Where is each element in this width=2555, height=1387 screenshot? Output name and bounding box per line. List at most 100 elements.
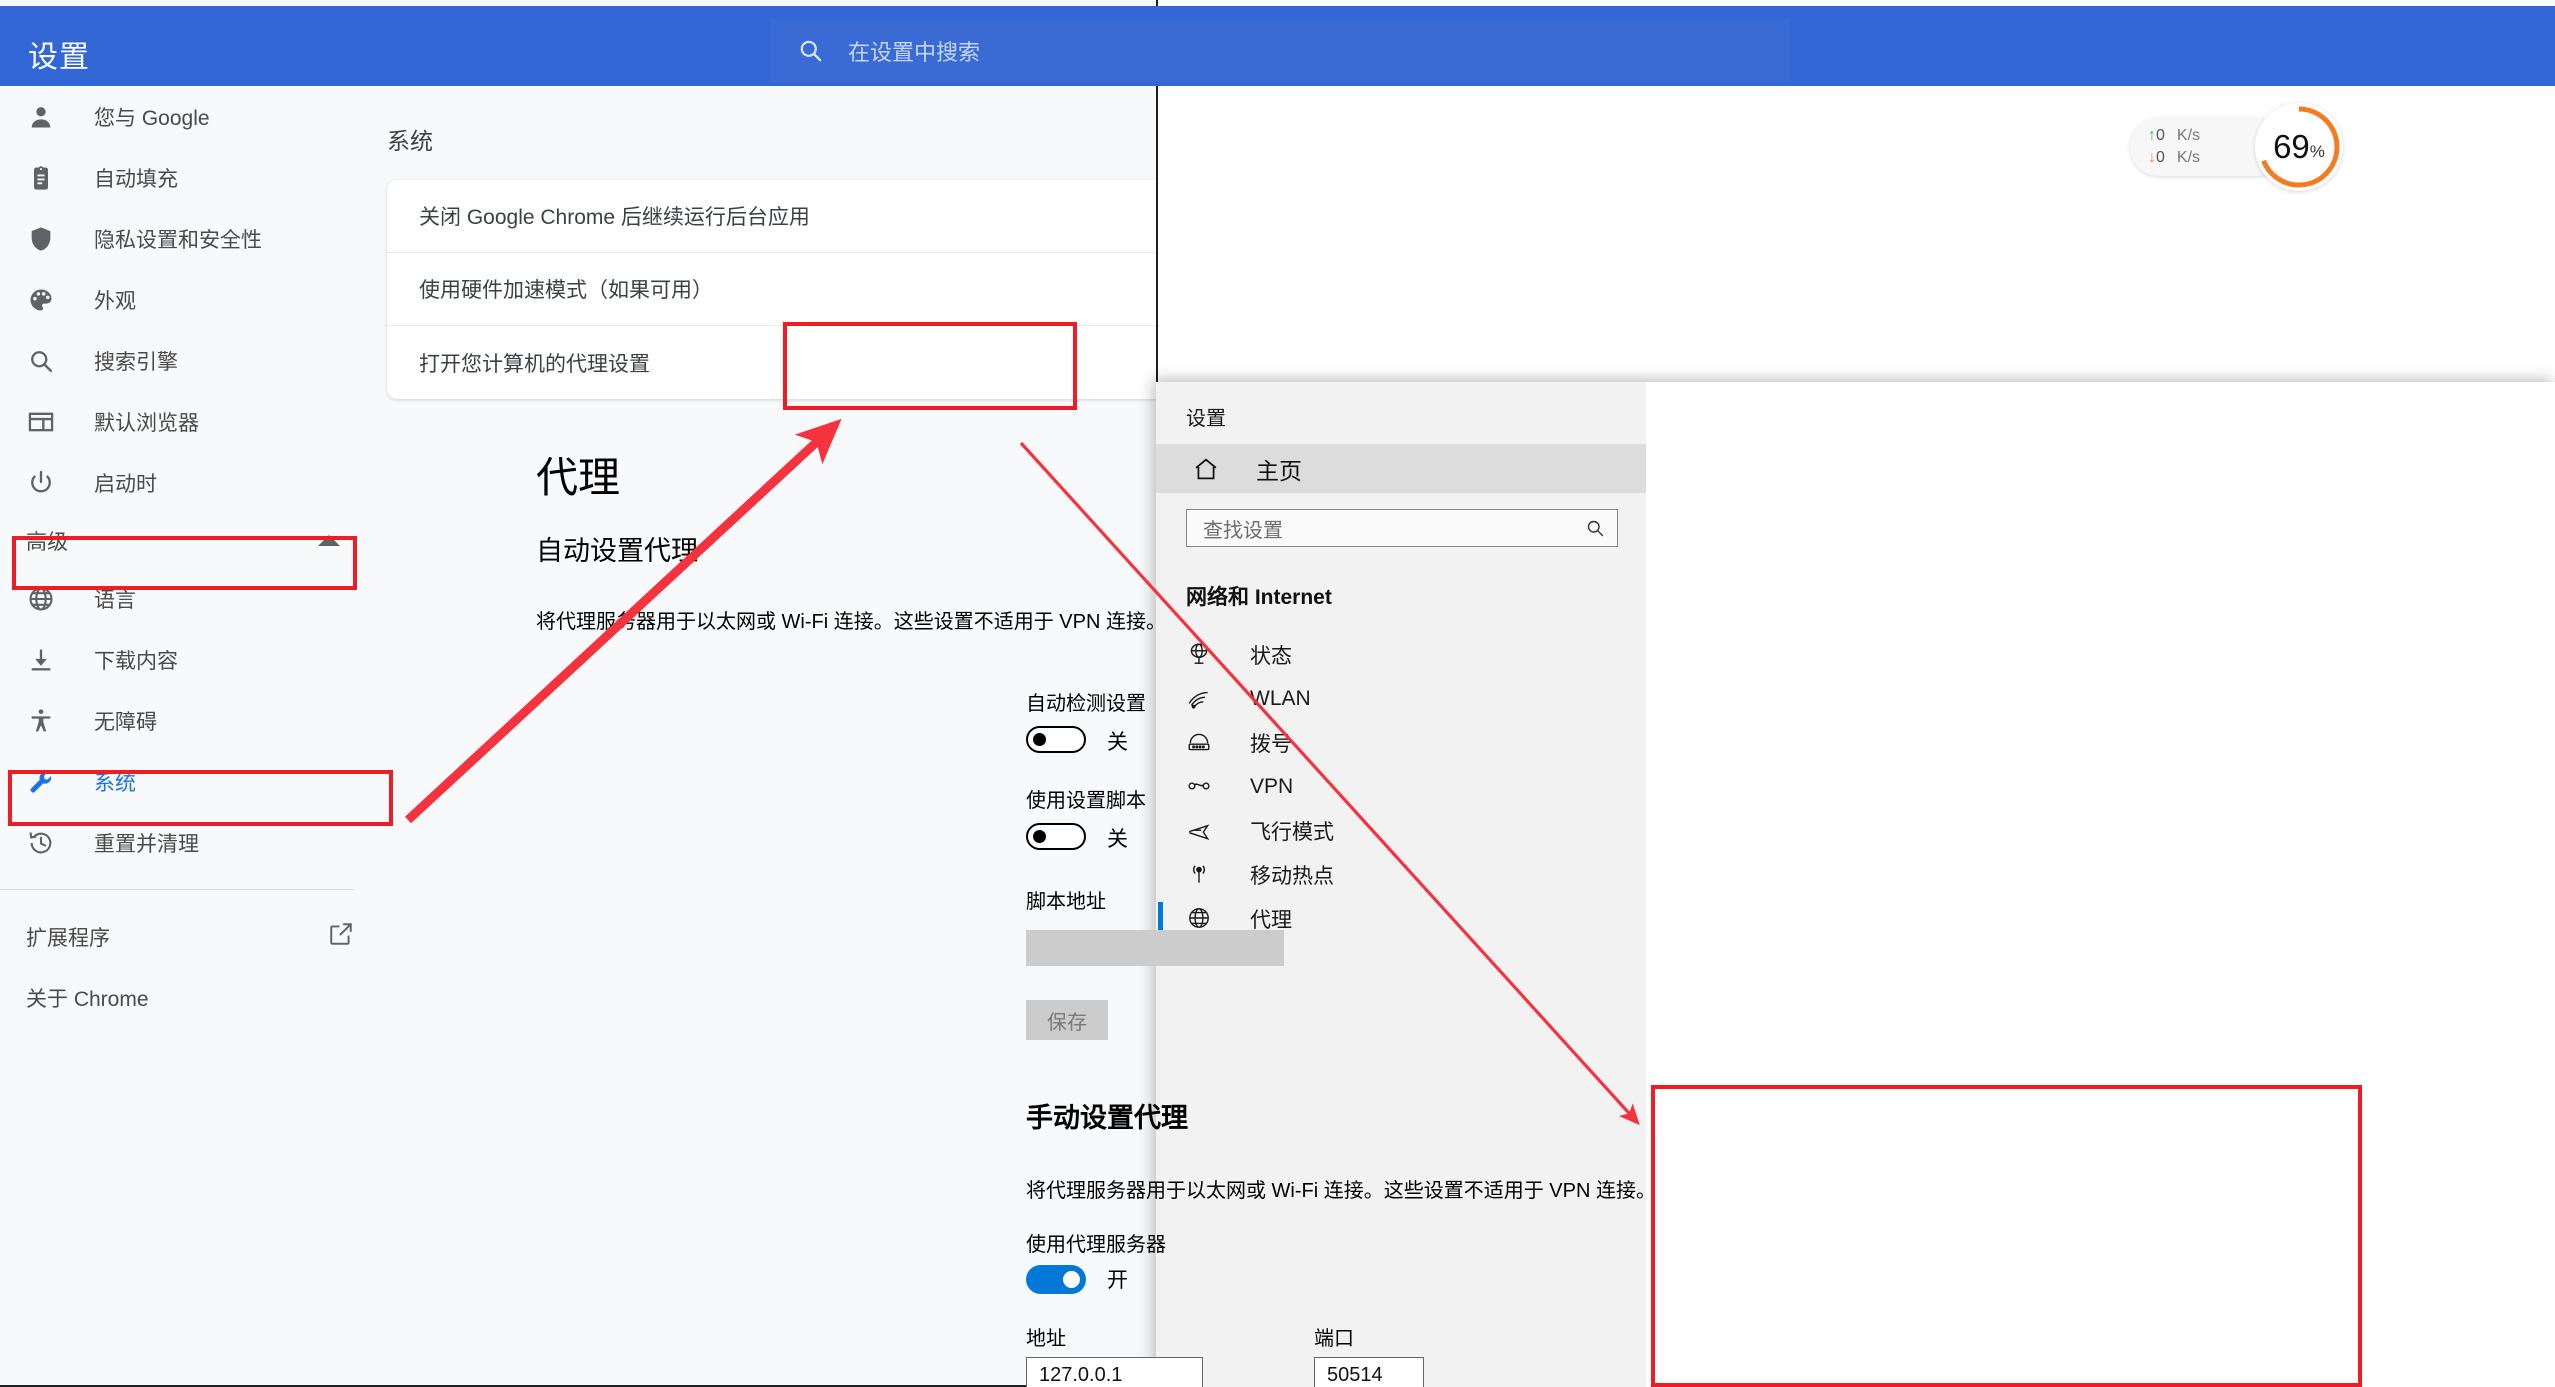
search-icon — [26, 346, 56, 376]
settings-search-placeholder: 在设置中搜索 — [848, 35, 980, 67]
sidebar-item-label: 默认浏览器 — [94, 407, 199, 437]
script-address-label: 脚本地址 — [1026, 885, 1106, 914]
globe-icon — [1186, 905, 1214, 933]
search-icon — [1585, 518, 1605, 538]
sidebar-item-label: 启动时 — [94, 468, 157, 498]
address-label: 地址 — [1026, 1322, 1066, 1351]
accessibility-icon — [26, 706, 56, 736]
use-proxy-state: 开 — [1107, 1264, 1128, 1294]
dialup-icon — [1186, 729, 1214, 757]
sidebar-item-label: 外观 — [94, 285, 136, 315]
sidebar-item-label: 重置并清理 — [94, 828, 199, 858]
chrome-toolbar: 设置 在设置中搜索 — [0, 6, 2555, 86]
browser-icon — [26, 407, 56, 437]
screenshot-root: 您与 Google 自动填充 隐私设置和安全性 外观 — [0, 0, 2555, 1387]
settings-search-box[interactable]: 在设置中搜索 — [770, 19, 1790, 82]
windows-nav-label: 移动热点 — [1250, 860, 1334, 890]
sidebar-item-label: 自动填充 — [94, 163, 178, 193]
external-link-icon — [328, 921, 354, 953]
page-title: 系统 — [387, 122, 433, 156]
sidebar-item-about-chrome[interactable]: 关于 Chrome — [0, 967, 380, 1028]
status-globe-icon — [1186, 641, 1214, 669]
windows-nav-vpn[interactable]: VPN — [1156, 765, 1646, 809]
auto-detect-state: 关 — [1107, 726, 1128, 756]
palette-icon — [26, 285, 56, 315]
windows-nav-mobile-hotspot[interactable]: 移动热点 — [1156, 853, 1646, 897]
sidebar-item-downloads[interactable]: 下载内容 — [0, 629, 380, 690]
sidebar-item-label: 语言 — [94, 584, 136, 614]
hotspot-icon — [1186, 861, 1214, 889]
chrome-settings-window: 您与 Google 自动填充 隐私设置和安全性 外观 — [0, 0, 1158, 1387]
person-icon — [26, 102, 56, 132]
sidebar-item-appearance[interactable]: 外观 — [0, 269, 380, 330]
sidebar-item-extensions[interactable]: 扩展程序 — [0, 906, 380, 967]
clipboard-icon — [26, 163, 56, 193]
download-icon — [26, 645, 56, 675]
use-proxy-toggle[interactable] — [1026, 1265, 1086, 1294]
wrench-icon — [26, 767, 56, 797]
setting-label: 打开您计算机的代理设置 — [419, 348, 650, 378]
sidebar-item-reset-cleanup[interactable]: 重置并清理 — [0, 812, 380, 873]
sidebar-divider — [0, 889, 354, 890]
chrome-sidebar: 您与 Google 自动填充 隐私设置和安全性 外观 — [0, 86, 380, 1387]
proxy-port-input[interactable] — [1314, 1357, 1424, 1387]
cpu-usage-unit: % — [2310, 142, 2325, 162]
setting-label: 使用硬件加速模式（如果可用） — [419, 274, 713, 304]
sidebar-item-languages[interactable]: 语言 — [0, 568, 380, 629]
sidebar-item-label: 隐私设置和安全性 — [94, 224, 262, 254]
manual-proxy-description: 将代理服务器用于以太网或 Wi-Fi 连接。这些设置不适用于 VPN 连接。 — [1026, 1174, 1656, 1203]
sidebar-item-you-and-google[interactable]: 您与 Google — [0, 86, 380, 147]
sidebar-item-system[interactable]: 系统 — [0, 751, 380, 812]
shield-icon — [26, 224, 56, 254]
sidebar-item-label: 扩展程序 — [26, 922, 110, 952]
sidebar-item-label: 您与 Google — [94, 102, 210, 132]
auto-detect-toggle[interactable] — [1026, 726, 1086, 753]
sidebar-item-on-startup[interactable]: 启动时 — [0, 452, 380, 513]
use-script-label: 使用设置脚本 — [1026, 784, 1146, 813]
save-button[interactable]: 保存 — [1026, 1000, 1108, 1040]
upload-unit: K/s — [2177, 127, 2200, 144]
sidebar-item-label: 关于 Chrome — [26, 983, 149, 1013]
power-icon — [26, 468, 56, 498]
upload-value: 0 — [2156, 127, 2165, 144]
manual-proxy-heading: 手动设置代理 — [1026, 1096, 1188, 1135]
windows-titlebar: 设置 — [1156, 382, 1646, 444]
sidebar-item-home[interactable]: 主页 — [1156, 444, 1646, 493]
windows-nav-dialup[interactable]: 拨号 — [1156, 721, 1646, 765]
sidebar-item-default-browser[interactable]: 默认浏览器 — [0, 391, 380, 452]
download-value: 0 — [2156, 149, 2165, 166]
windows-nav-wlan[interactable]: WLAN — [1156, 677, 1646, 721]
upload-arrow-icon: ↑ — [2148, 127, 2156, 144]
sidebar-item-advanced[interactable]: 高级 — [0, 513, 380, 568]
sidebar-item-autofill[interactable]: 自动填充 — [0, 147, 380, 208]
sidebar-item-search-engine[interactable]: 搜索引擎 — [0, 330, 380, 391]
airplane-icon — [1186, 817, 1214, 845]
windows-nav-label: 飞行模式 — [1250, 816, 1334, 846]
script-address-input[interactable] — [1026, 930, 1284, 966]
windows-nav-airplane-mode[interactable]: 飞行模式 — [1156, 809, 1646, 853]
cpu-usage-gauge[interactable]: 69 % — [2255, 103, 2343, 191]
sidebar-item-privacy-security[interactable]: 隐私设置和安全性 — [0, 208, 380, 269]
port-label: 端口 — [1314, 1322, 1354, 1351]
windows-nav-label: 拨号 — [1250, 728, 1292, 758]
windows-section-heading: 网络和 Internet — [1186, 581, 1646, 611]
windows-search-box[interactable]: 查找设置 — [1186, 509, 1618, 547]
app-title: 设置 — [28, 32, 90, 76]
windows-nav-status[interactable]: 状态 — [1156, 633, 1646, 677]
proxy-address-input[interactable] — [1026, 1357, 1203, 1387]
windows-nav-label: VPN — [1250, 775, 1293, 799]
setting-row-hardware-acceleration[interactable]: 使用硬件加速模式（如果可用） — [387, 253, 1158, 326]
setting-row-background-apps[interactable]: 关闭 Google Chrome 后继续运行后台应用 — [387, 180, 1158, 253]
setting-row-open-proxy-settings[interactable]: 打开您计算机的代理设置 — [387, 326, 1158, 399]
auto-proxy-description: 将代理服务器用于以太网或 Wi-Fi 连接。这些设置不适用于 VPN 连接。 — [536, 605, 1166, 634]
chevron-up-icon — [318, 535, 340, 546]
system-settings-card: 关闭 Google Chrome 后继续运行后台应用 使用硬件加速模式（如果可用… — [387, 180, 1158, 399]
home-icon — [1192, 455, 1220, 483]
sidebar-item-accessibility[interactable]: 无障碍 — [0, 690, 380, 751]
sidebar-item-label: 无障碍 — [94, 706, 157, 736]
sidebar-item-label: 下载内容 — [94, 645, 178, 675]
vpn-icon — [1186, 773, 1214, 801]
auto-proxy-heading: 自动设置代理 — [536, 529, 698, 568]
use-script-toggle[interactable] — [1026, 823, 1086, 850]
windows-nav-label: 状态 — [1250, 640, 1292, 670]
